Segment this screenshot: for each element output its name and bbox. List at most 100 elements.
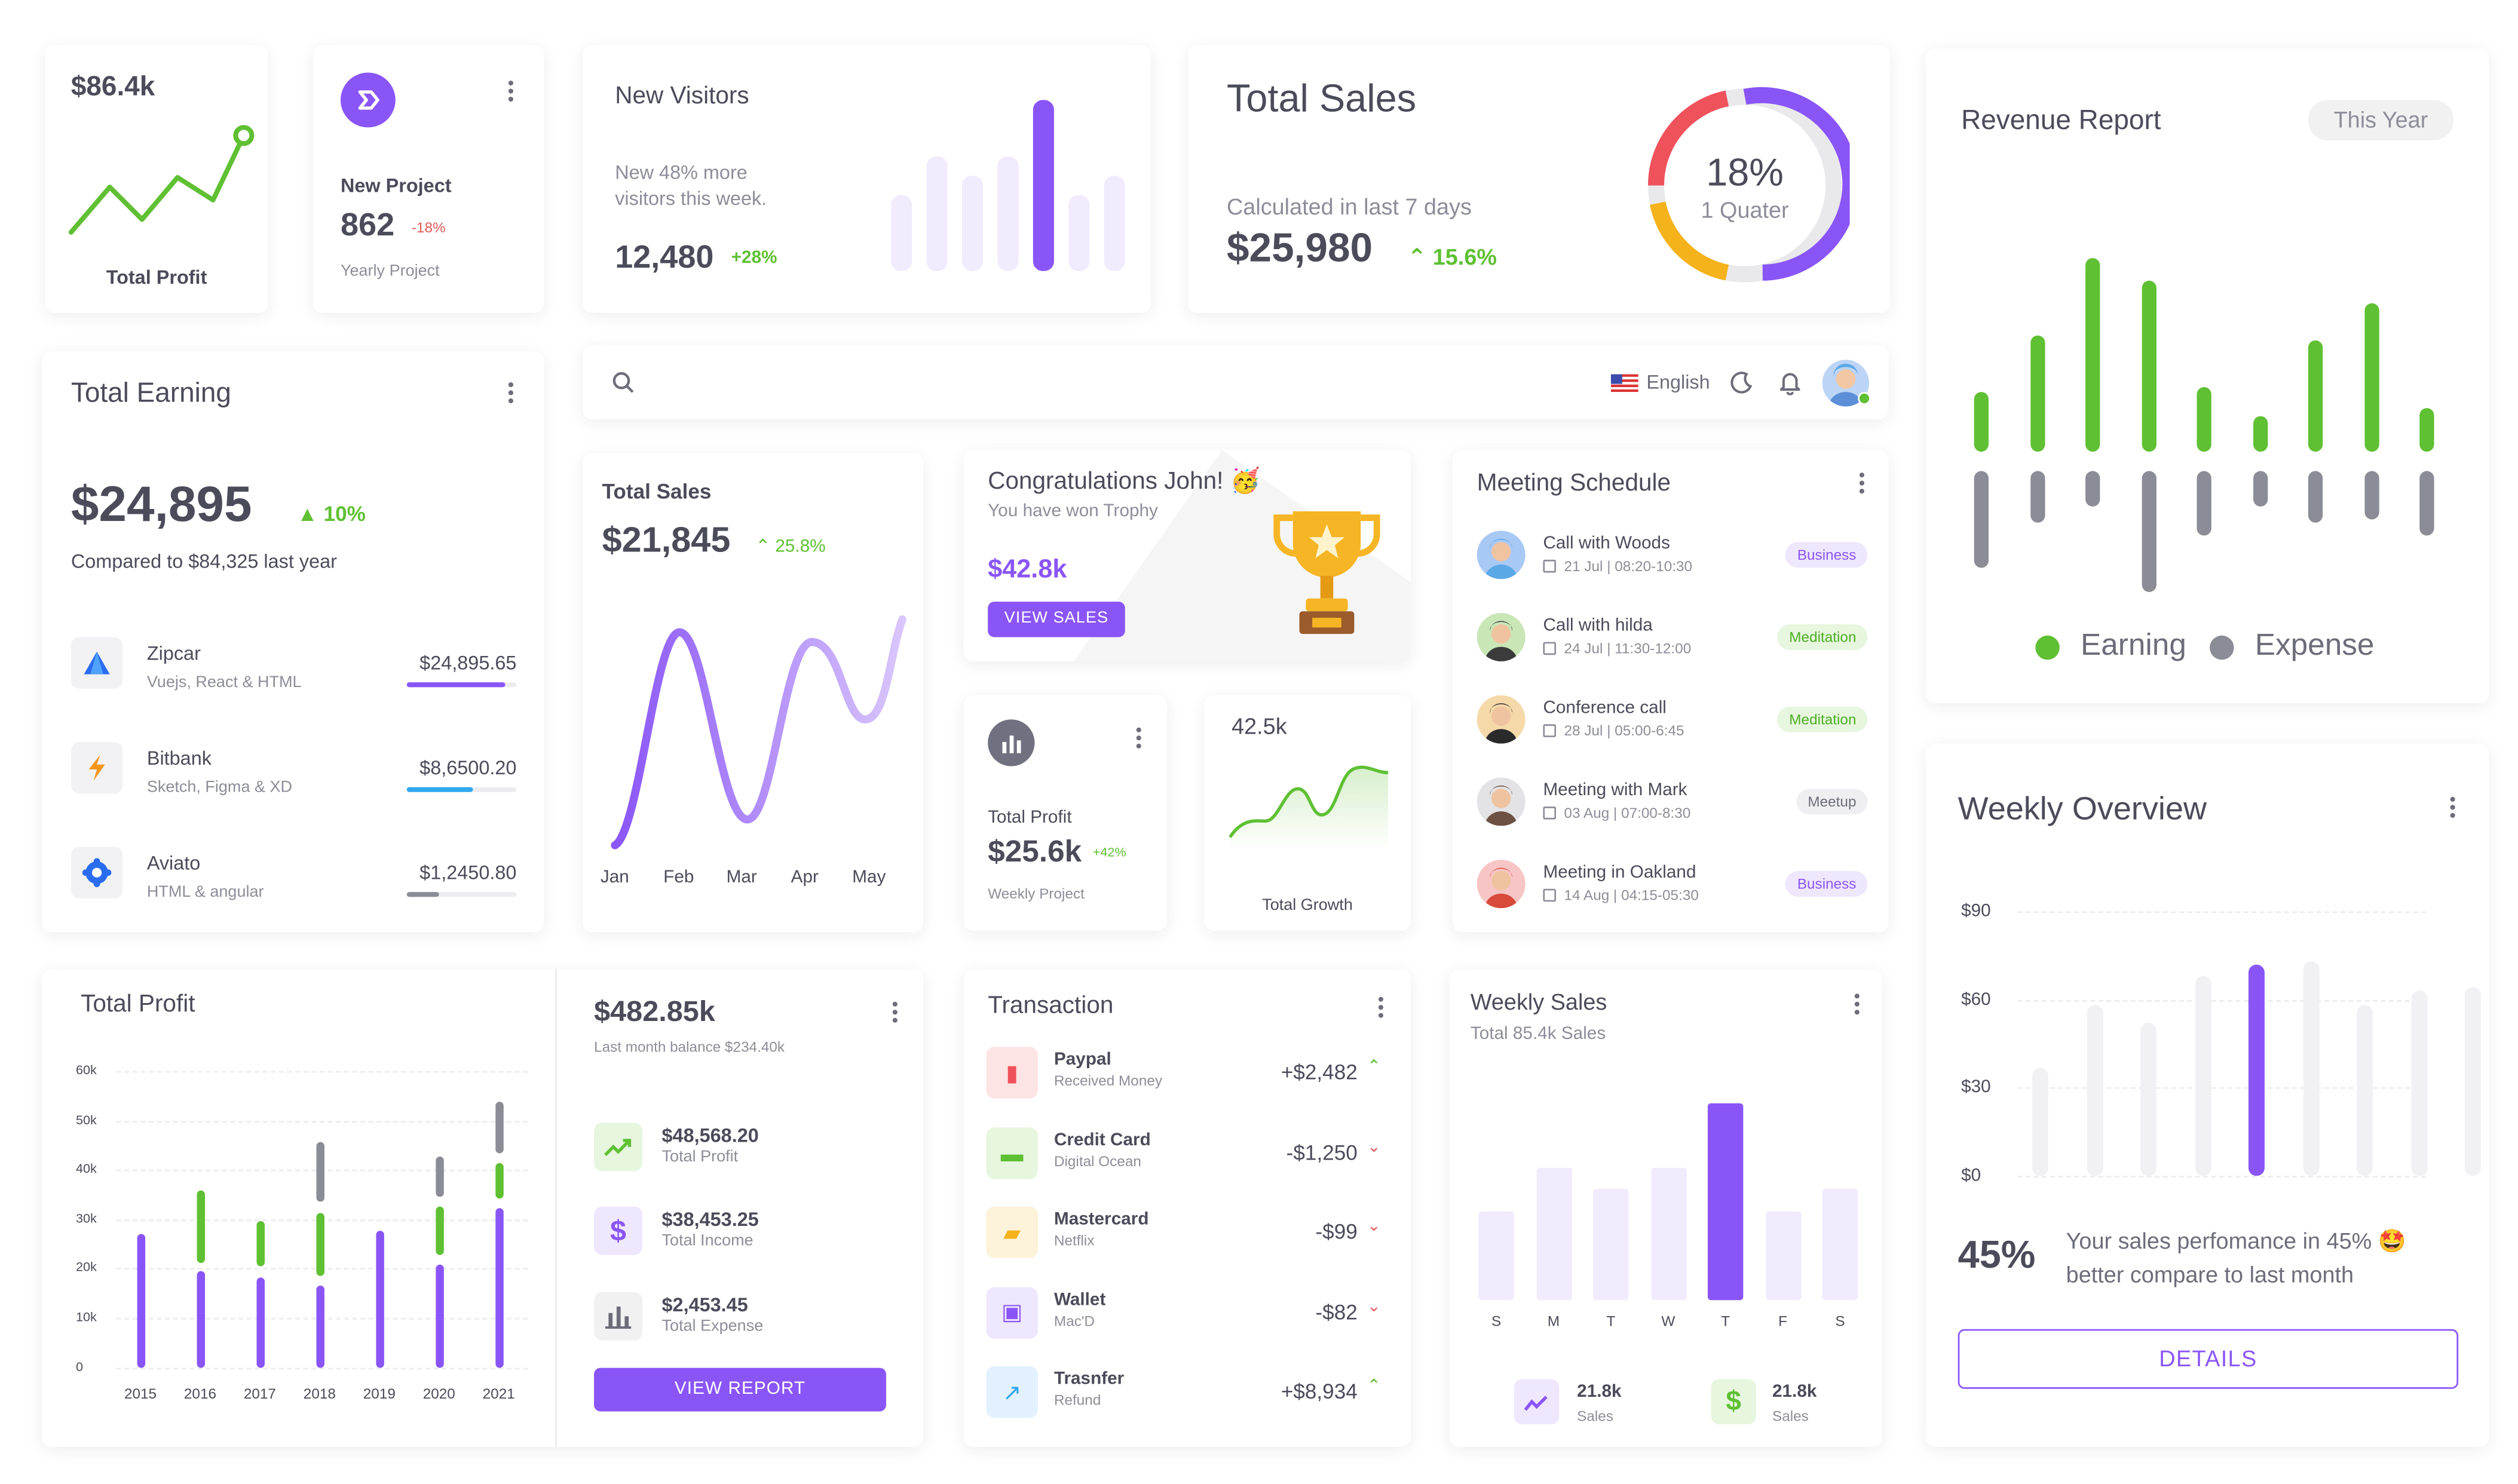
ring-percent: 18%	[1706, 151, 1784, 195]
meeting-date: 28 Jul | 05:00-6:45	[1564, 722, 1684, 739]
expense-bar	[2308, 471, 2323, 523]
profit-card-menu-icon[interactable]	[1136, 724, 1143, 752]
chevron-up-icon: ⌃	[1367, 1377, 1381, 1396]
chevron-down-icon: ⌄	[1367, 1137, 1381, 1156]
y-axis-label: 20k	[75, 1260, 97, 1275]
profit-card: Total Profit $25.6k +42% Weekly Project	[963, 695, 1168, 931]
search-icon[interactable]	[612, 371, 635, 394]
meeting-title: Meeting in Oakland	[1543, 863, 1696, 882]
new-visitors-card: New Visitors New 48% more visitors this …	[583, 45, 1151, 313]
grid-line	[2017, 911, 2427, 913]
language-selector[interactable]: English	[1646, 371, 1710, 394]
earning-progress-fill	[406, 892, 440, 897]
total-sales-chart-card: Total Sales $21,845 ⌃ 25.8% Jan Feb Mar …	[583, 453, 924, 933]
transaction-amount: -$99	[1315, 1219, 1358, 1244]
new-visitors-value: 12,480	[615, 240, 714, 276]
expense-bar	[2252, 471, 2267, 507]
y-axis-label: 30k	[75, 1211, 97, 1226]
earning-bar	[2419, 408, 2434, 452]
meeting-schedule-title: Meeting Schedule	[1477, 469, 1671, 497]
legend-expense-dot	[2210, 635, 2234, 660]
balance-subtitle: Last month balance $234.40k	[594, 1038, 785, 1055]
chevron-up-icon: ⌃	[1367, 1058, 1381, 1076]
meeting-tag-badge: Meetup	[1796, 789, 1868, 815]
profit-bar-segment	[137, 1234, 146, 1368]
transaction-name: Trasnfer	[1053, 1369, 1125, 1389]
weekly-sales-bar	[1593, 1188, 1629, 1301]
us-flag-icon	[1610, 374, 1638, 393]
total-sales-top-change-value: 15.6%	[1432, 243, 1497, 269]
earning-progress-track	[406, 682, 517, 688]
profit-bar-segment	[436, 1206, 444, 1255]
transaction-amount: -$82	[1315, 1299, 1358, 1324]
legend-earning-label: Earning	[2080, 629, 2186, 663]
legend-earning-dot	[2035, 635, 2060, 660]
x-axis-label: 2016	[183, 1385, 217, 1402]
aviato-logo-icon	[71, 847, 123, 899]
transaction-amount: +$8,934	[1281, 1379, 1358, 1404]
new-project-menu-icon[interactable]	[508, 78, 515, 105]
project-icon	[340, 72, 396, 128]
day-label: M	[1547, 1313, 1560, 1329]
transaction-menu-icon[interactable]	[1378, 994, 1385, 1021]
search-input[interactable]	[647, 361, 1551, 403]
online-status-dot	[1858, 392, 1871, 405]
profit-bar-segment	[316, 1285, 324, 1368]
profit-bar-segment	[376, 1231, 384, 1368]
bell-icon[interactable]	[1779, 369, 1802, 395]
meeting-menu-icon[interactable]	[1859, 470, 1866, 497]
chevron-down-icon: ⌄	[1367, 1218, 1381, 1236]
balance-item-label: Total Profit	[661, 1148, 739, 1167]
expense-bar	[2197, 471, 2211, 536]
total-earning-menu-icon[interactable]	[508, 379, 515, 407]
y-axis-label: $30	[1961, 1077, 1991, 1097]
overview-bar	[2248, 964, 2265, 1176]
profit-card-value: $25.6k	[988, 835, 1082, 870]
overview-bar	[2086, 1005, 2103, 1176]
balance-item-value: $38,453.25	[661, 1208, 759, 1231]
growth-label: Total Growth	[1262, 897, 1353, 915]
balance-menu-icon[interactable]	[892, 998, 899, 1026]
new-project-title: New Project	[340, 174, 452, 197]
arrow-up-icon: ⌃	[755, 537, 771, 557]
growth-card: 42.5k Total Growth	[1204, 695, 1411, 931]
earning-progress-track	[406, 787, 517, 792]
total-earning-card: Total Earning $24,895 ▲ 10% Compared to …	[42, 351, 544, 933]
congrats-title: Congratulations John! 🥳	[988, 468, 1261, 495]
view-sales-button[interactable]: VIEW SALES	[988, 602, 1125, 637]
y-axis-label: 60k	[75, 1063, 97, 1078]
profit-bar-segment	[495, 1208, 504, 1368]
view-report-button[interactable]: VIEW REPORT	[594, 1368, 887, 1412]
revenue-bars	[1926, 48, 2489, 703]
meeting-title: Conference call	[1543, 698, 1667, 718]
profit-card-sub: Weekly Project	[988, 885, 1085, 902]
total-sales-top-card: Total Sales Calculated in last 7 days $2…	[1188, 45, 1891, 313]
new-visitors-change: +28%	[731, 248, 777, 268]
earning-bar	[2252, 416, 2267, 452]
transaction-amount: +$2,482	[1281, 1059, 1358, 1084]
profit-bar-segment	[197, 1190, 206, 1264]
congrats-subtitle: You have won Trophy	[988, 501, 1158, 522]
day-label: S	[1491, 1313, 1502, 1329]
earning-item-amount: $8,6500.20	[419, 756, 517, 780]
total-earning-title: Total Earning	[71, 377, 231, 409]
balance-item-label: Total Income	[661, 1232, 753, 1250]
meeting-avatar	[1477, 531, 1525, 580]
day-label: T	[1606, 1313, 1616, 1329]
arrow-up-icon: ⌃	[1407, 243, 1427, 269]
overview-bar	[2302, 961, 2319, 1176]
profit-mini-amount: $86.4k	[71, 70, 155, 102]
moon-icon[interactable]	[1730, 371, 1753, 394]
weekly-sales-stat1-value: 21.8k	[1577, 1382, 1622, 1402]
x-axis-label: 2020	[422, 1385, 455, 1402]
profit-bar-segment	[436, 1264, 444, 1368]
profit-mini-sparkline	[68, 125, 255, 235]
earning-bar	[2029, 335, 2045, 452]
profit-bar-segment	[316, 1213, 324, 1276]
x-axis-label: 2018	[303, 1385, 336, 1402]
grid-line	[116, 1120, 528, 1123]
growth-value: 42.5k	[1232, 713, 1287, 739]
details-button[interactable]: DETAILS	[1958, 1329, 2459, 1389]
meeting-avatar	[1477, 695, 1525, 744]
weekly-sales-card: Weekly Sales Total 85.4k Sales SMTWTFS 2…	[1449, 969, 1882, 1447]
